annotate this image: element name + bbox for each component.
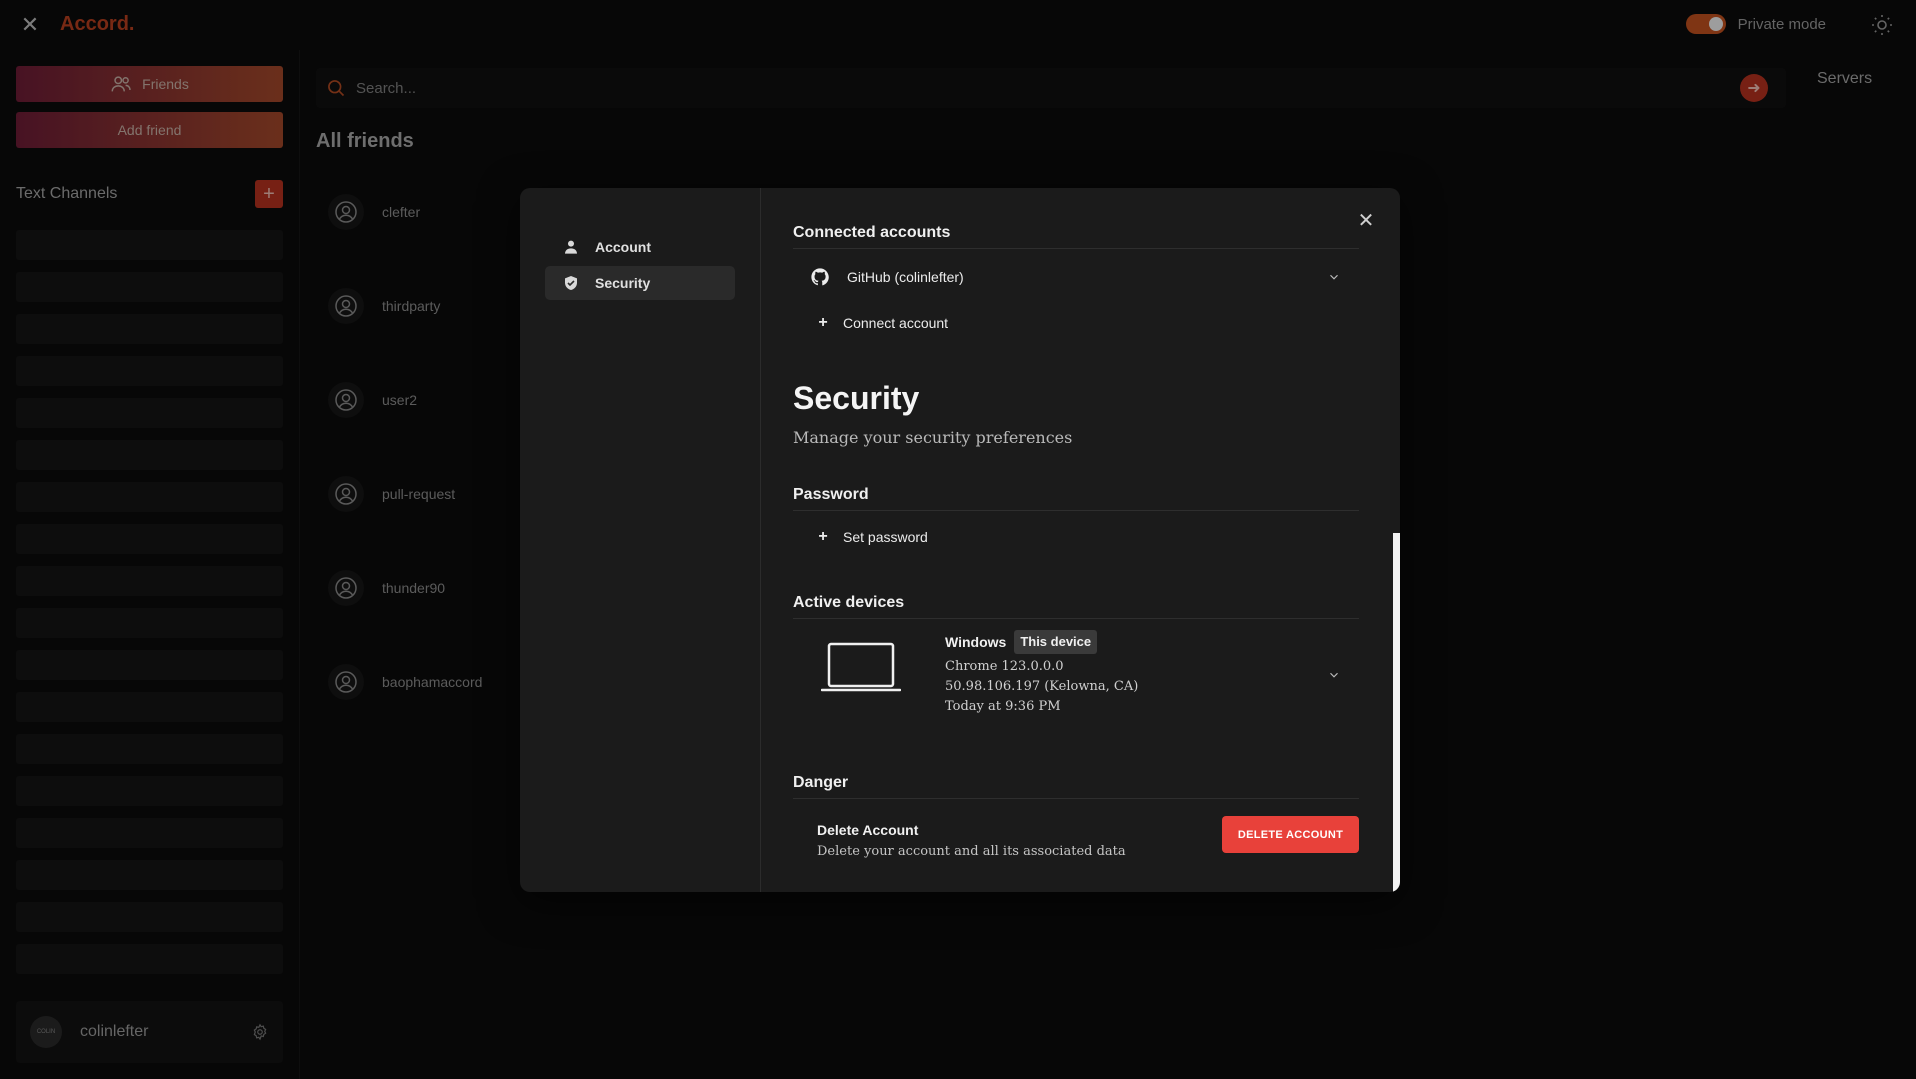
github-icon xyxy=(811,268,829,286)
settings-modal: Account Security ✕ Connected accounts Gi… xyxy=(520,188,1400,892)
set-password-label: Set password xyxy=(843,529,928,545)
chevron-down-icon[interactable] xyxy=(1327,668,1341,682)
section-title: Password xyxy=(793,486,869,503)
device-info: Windows This device Chrome 123.0.0.0 50.… xyxy=(945,630,1138,717)
chevron-down-icon[interactable] xyxy=(1327,270,1341,284)
device-os: Windows xyxy=(945,634,1007,650)
laptop-icon xyxy=(821,642,901,692)
delete-account-row: Delete Account Delete your account and a… xyxy=(793,816,1359,876)
scrollbar[interactable] xyxy=(1393,533,1400,892)
page-subtitle: Manage your security preferences xyxy=(793,428,1073,447)
device-time: Today at 9:36 PM xyxy=(945,699,1061,714)
page-title: Security xyxy=(793,380,920,416)
github-account-label: GitHub (colinlefter) xyxy=(847,269,964,285)
delete-account-title: Delete Account xyxy=(817,822,919,838)
settings-nav: Account Security xyxy=(520,188,761,892)
device-row[interactable]: Windows This device Chrome 123.0.0.0 50.… xyxy=(793,628,1359,728)
section-title: Active devices xyxy=(793,594,905,611)
plus-icon: + xyxy=(818,314,828,331)
set-password-button[interactable]: + Set password xyxy=(817,528,928,546)
device-ip: 50.98.106.197 (Kelowna, CA) xyxy=(945,679,1139,694)
section-title: Connected accounts xyxy=(793,224,951,241)
nav-item-account[interactable]: Account xyxy=(545,230,735,264)
nav-item-label: Account xyxy=(595,239,651,255)
device-name: Windows This device xyxy=(945,630,1138,654)
connect-account-button[interactable]: + Connect account xyxy=(817,314,948,332)
settings-content: Connected accounts GitHub (colinlefter) … xyxy=(793,188,1359,892)
person-icon xyxy=(565,240,577,254)
divider xyxy=(793,798,1359,799)
delete-account-description: Delete your account and all its associat… xyxy=(817,844,1126,859)
github-account-row[interactable]: GitHub (colinlefter) xyxy=(793,260,1359,294)
nav-item-label: Security xyxy=(595,275,651,291)
divider xyxy=(793,510,1359,511)
status-badge: This device xyxy=(1014,630,1098,654)
close-icon[interactable]: ✕ xyxy=(1354,208,1378,232)
shield-icon xyxy=(565,276,577,290)
divider xyxy=(793,618,1359,619)
connect-account-label: Connect account xyxy=(843,315,949,331)
device-browser: Chrome 123.0.0.0 xyxy=(945,659,1064,674)
nav-item-security[interactable]: Security xyxy=(545,266,735,300)
delete-account-button[interactable]: DELETE ACCOUNT xyxy=(1222,816,1359,853)
plus-icon: + xyxy=(818,528,828,545)
divider xyxy=(793,248,1359,249)
section-title: Danger xyxy=(793,774,849,791)
